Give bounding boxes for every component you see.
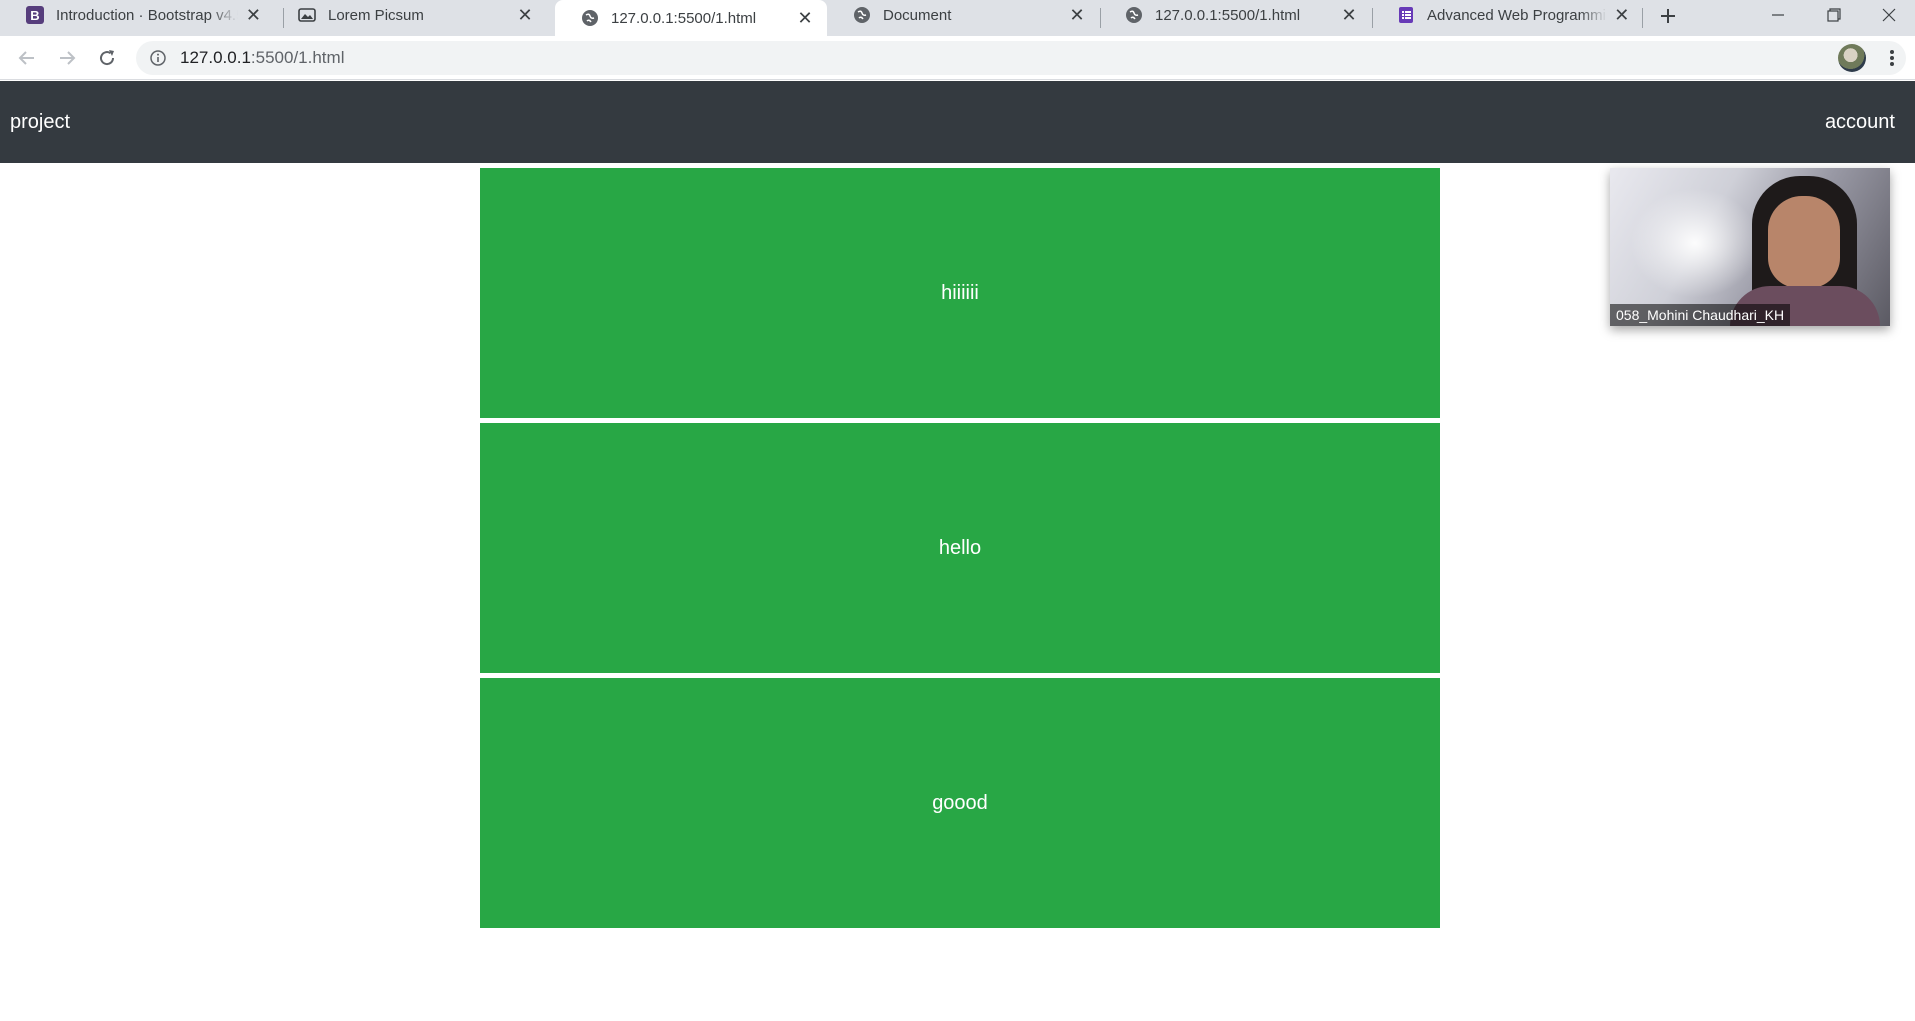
back-button[interactable] [13, 44, 41, 72]
minimize-button[interactable] [1750, 0, 1806, 30]
restore-button[interactable] [1806, 0, 1862, 30]
account-link[interactable]: account [1825, 111, 1895, 134]
bootstrap-icon: B [26, 6, 44, 24]
arrow-left-icon [18, 51, 34, 65]
reload-icon [100, 50, 115, 66]
browser-toolbar: 127.0.0.1:5500/1.html [0, 36, 1915, 80]
profile-avatar[interactable] [1838, 44, 1866, 72]
globe-icon [1125, 6, 1143, 24]
arrow-right-icon [60, 51, 76, 65]
close-icon[interactable]: ✕ [1613, 5, 1631, 25]
forms-icon [1397, 6, 1415, 24]
tab-localhost-2[interactable]: 127.0.0.1:5500/1.html ✕ [1099, 0, 1371, 30]
tab-strip: B Introduction · Bootstrap v4.5 ✕ Lorem … [0, 0, 1915, 36]
tab-lorem-picsum[interactable]: Lorem Picsum ✕ [272, 0, 547, 30]
close-icon[interactable]: ✕ [1067, 5, 1087, 25]
close-icon[interactable]: ✕ [515, 5, 535, 25]
tab-document[interactable]: Document ✕ [827, 0, 1099, 30]
participant-face [1768, 196, 1840, 288]
tab-title: 127.0.0.1:5500/1.html [611, 9, 757, 27]
content-block: hiiiiii [480, 168, 1440, 418]
new-tab-button[interactable] [1654, 2, 1682, 30]
content-block: hello [480, 423, 1440, 673]
url-path: :5500/1.html [250, 48, 345, 67]
site-navbar: project account [0, 81, 1915, 163]
tab-title: Introduction · Bootstrap v4.5 [56, 6, 238, 24]
close-window-button[interactable] [1862, 0, 1915, 30]
close-icon[interactable]: ✕ [1339, 5, 1359, 25]
more-vert-icon[interactable] [1880, 44, 1904, 72]
video-call-tile[interactable]: 058_Mohini Chaudhari_KH [1610, 168, 1890, 326]
close-icon[interactable]: ✕ [795, 8, 815, 28]
reload-button[interactable] [93, 44, 121, 72]
globe-icon [581, 9, 599, 27]
content-block: goood [480, 678, 1440, 928]
video-background [1630, 188, 1760, 298]
tab-separator [1642, 8, 1643, 28]
close-icon[interactable]: ✕ [244, 5, 263, 25]
picsum-icon [298, 6, 316, 24]
globe-icon [853, 6, 871, 24]
brand-link[interactable]: project [10, 111, 70, 134]
forward-button[interactable] [53, 44, 81, 72]
tab-title: Advanced Web Programming [1427, 6, 1607, 24]
url-host: 127.0.0.1 [180, 48, 251, 67]
tab-title: Lorem Picsum [328, 6, 424, 24]
svg-text:B: B [30, 8, 39, 23]
tab-title: 127.0.0.1:5500/1.html [1155, 6, 1301, 24]
tab-active-page[interactable]: 127.0.0.1:5500/1.html ✕ [555, 0, 827, 36]
tab-bootstrap[interactable]: B Introduction · Bootstrap v4.5 ✕ [0, 0, 275, 30]
tab-title: Document [883, 6, 952, 24]
address-bar[interactable]: 127.0.0.1:5500/1.html [136, 41, 1906, 75]
content-blocks: hiiiiii hello goood [480, 168, 1440, 933]
tab-advanced-web-programming[interactable]: Advanced Web Programming ✕ [1371, 0, 1643, 30]
url-text: 127.0.0.1:5500/1.html [180, 48, 344, 68]
info-icon[interactable] [150, 50, 166, 66]
participant-name: 058_Mohini Chaudhari_KH [1610, 304, 1791, 326]
